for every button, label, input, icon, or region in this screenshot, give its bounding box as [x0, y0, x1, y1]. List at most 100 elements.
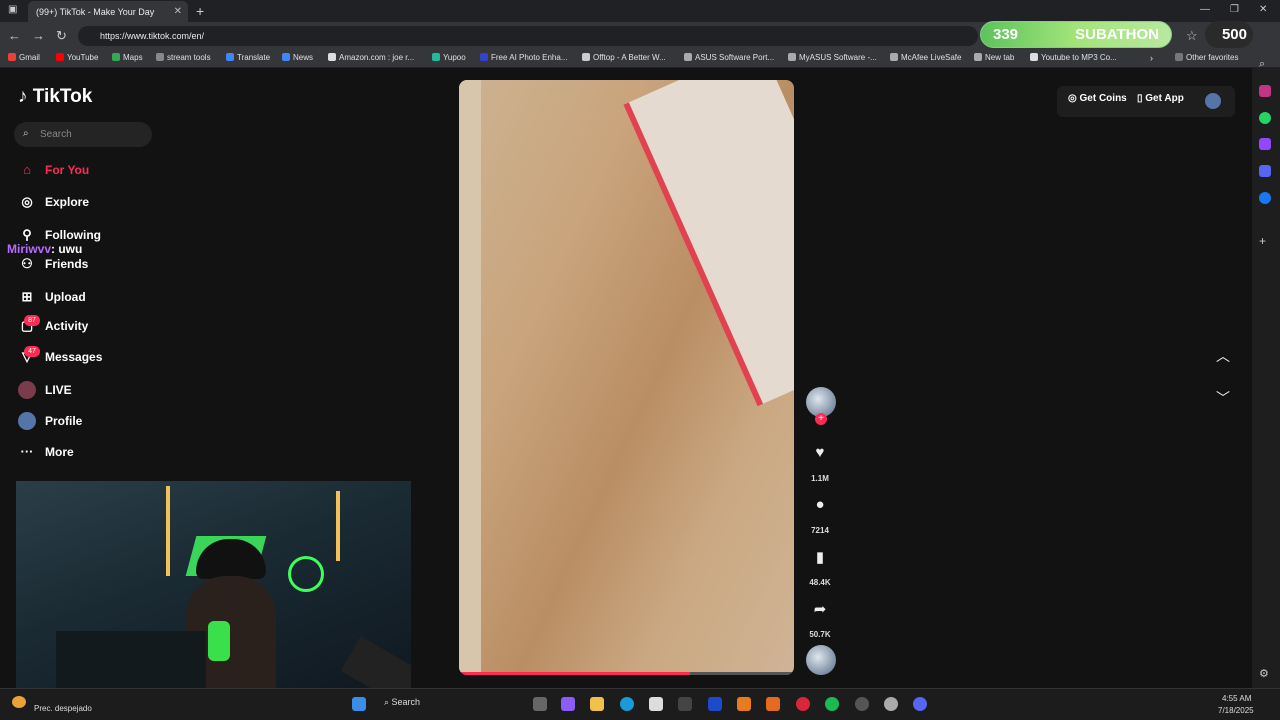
sidebar-item-label: Profile — [45, 414, 83, 428]
bookmark-ai-photo[interactable]: Free AI Photo Enha... — [480, 53, 568, 62]
task-view-icon[interactable] — [533, 697, 547, 711]
tab-title: (99+) TikTok - Make Your Day — [36, 6, 155, 17]
whatsapp-icon[interactable] — [1259, 112, 1271, 124]
obs-icon[interactable] — [855, 697, 869, 711]
reload-icon[interactable]: ↻ — [56, 28, 67, 44]
tab-list-icon[interactable]: ▣ — [8, 4, 17, 15]
upload-icon: ⊞ — [21, 289, 33, 304]
sidebar-item-for-you[interactable]: ⌂ For You — [18, 162, 89, 177]
copilot-icon[interactable] — [561, 697, 575, 711]
sidebar-item-label: LIVE — [45, 383, 72, 397]
forward-icon[interactable]: → — [32, 28, 45, 43]
vs-code-icon[interactable] — [708, 697, 722, 711]
video-wood-edge — [459, 80, 481, 675]
comment-count: 7214 — [811, 526, 829, 535]
user-avatar[interactable] — [1205, 93, 1221, 109]
discord-icon[interactable] — [1259, 165, 1271, 177]
sound-disc-icon[interactable] — [806, 645, 836, 675]
sidebar-item-explore[interactable]: ◎ Explore — [18, 194, 89, 210]
more-icon: ··· — [20, 444, 34, 459]
start-icon[interactable] — [352, 697, 366, 711]
tiktok-logo[interactable]: ♪ TikTok — [18, 86, 92, 108]
bookmark-yt-mp3[interactable]: Youtube to MP3 Co... — [1030, 53, 1117, 62]
new-tab-icon[interactable]: + — [196, 3, 204, 19]
chat-username: Miriwvv — [7, 242, 52, 256]
video-progress-bar[interactable] — [459, 672, 794, 675]
sidebar-item-friends[interactable]: ⚇ Friends — [18, 256, 88, 272]
subathon-widget: 339 SUBATHON — [980, 21, 1172, 48]
instagram-icon[interactable] — [1259, 85, 1271, 97]
bookmark-myasus[interactable]: MyASUS Software -... — [788, 53, 877, 62]
bookmark-amazon[interactable]: Amazon.com : joe r... — [328, 53, 414, 62]
follow-plus-icon[interactable]: + — [815, 413, 827, 425]
bookmark-mcafee[interactable]: McAfee LiveSafe — [890, 53, 961, 62]
search-placeholder: Search — [40, 129, 72, 140]
video-player[interactable] — [459, 80, 794, 675]
bookmarks-overflow-icon[interactable]: › — [1150, 53, 1153, 63]
facebook-icon[interactable] — [1259, 192, 1271, 204]
share-icon[interactable]: ➦ — [810, 600, 830, 618]
window-close-icon[interactable]: ✕ — [1259, 4, 1267, 15]
sidebar-item-following[interactable]: ⚲ Following — [18, 227, 101, 243]
sidebar-search-icon[interactable]: ⌕ — [1259, 58, 1271, 70]
bookmark-yupoo[interactable]: Yupoo — [432, 53, 466, 62]
bookmark-news[interactable]: News — [282, 53, 313, 62]
discord-taskbar-icon[interactable] — [913, 697, 927, 711]
webcam-feed — [16, 481, 411, 688]
bookmark-asus[interactable]: ASUS Software Port... — [684, 53, 774, 62]
sidebar-item-label: Activity — [45, 319, 89, 333]
video-white-board — [623, 80, 794, 407]
clock-time: 4:55 AM — [1222, 694, 1252, 703]
bookmark-youtube[interactable]: YouTube — [56, 53, 98, 62]
taskbar — [0, 688, 1280, 720]
store-icon[interactable] — [649, 697, 663, 711]
url-field[interactable]: https://www.tiktok.com/en/ — [78, 26, 978, 46]
spotify-icon[interactable] — [825, 697, 839, 711]
minimize-icon[interactable]: — — [1200, 4, 1210, 15]
clock-date: 7/18/2025 — [1218, 706, 1254, 715]
bookmark-icon[interactable]: ▮ — [810, 548, 830, 566]
search-icon: ⌕ — [23, 128, 29, 139]
app-orange-icon[interactable] — [737, 697, 751, 711]
sidebar-item-label: Messages — [45, 350, 103, 364]
bookmark-maps[interactable]: Maps — [112, 53, 143, 62]
bookmark-new-tab[interactable]: New tab — [974, 53, 1014, 62]
favorite-star-icon[interactable]: ☆ — [1186, 28, 1198, 44]
sidebar-item-upload[interactable]: ⊞ Upload — [18, 289, 86, 305]
coin-widget: 500 — [1205, 21, 1253, 48]
sidebar-item-live[interactable]: LIVE — [18, 381, 72, 399]
chatgpt-icon[interactable] — [884, 697, 898, 711]
app-icon[interactable] — [678, 697, 692, 711]
chat-text: : uwu — [51, 242, 83, 256]
next-video-icon[interactable]: ﹀ — [1216, 388, 1230, 408]
browser-tab[interactable]: (99+) TikTok - Make Your Day ✕ — [28, 1, 188, 22]
get-app-button[interactable]: ▯ Get App — [1137, 93, 1184, 104]
sidebar-item-label: For You — [45, 162, 90, 177]
twitch-icon[interactable] — [1259, 138, 1271, 150]
comment-icon[interactable]: ● — [810, 496, 830, 513]
edge-icon[interactable] — [620, 697, 634, 711]
tab-close-icon[interactable]: ✕ — [174, 6, 182, 17]
like-icon[interactable]: ♥ — [810, 444, 830, 461]
sidebar-add-icon[interactable]: + — [1259, 234, 1271, 248]
bookmark-translate[interactable]: Translate — [226, 53, 270, 62]
profile-icon — [18, 412, 36, 430]
bookmark-offtop[interactable]: Offtop - A Better W... — [582, 53, 666, 62]
sidebar-item-profile[interactable]: Profile — [18, 412, 82, 430]
sidebar-settings-icon[interactable]: ⚙ — [1259, 667, 1271, 680]
bookmark-stream-tools[interactable]: stream tools — [156, 53, 211, 62]
media-icon[interactable] — [796, 697, 810, 711]
bookmark-other-favorites[interactable]: Other favorites — [1175, 53, 1238, 62]
sidebar-item-more[interactable]: ··· More — [18, 444, 74, 459]
following-icon: ⚲ — [22, 227, 32, 242]
brave-icon[interactable] — [766, 697, 780, 711]
search-input[interactable]: ⌕ Search — [14, 122, 152, 147]
back-icon[interactable]: ← — [8, 28, 21, 43]
get-coins-button[interactable]: ◎ Get Coins — [1068, 93, 1127, 104]
file-explorer-icon[interactable] — [590, 697, 604, 711]
taskbar-search[interactable]: ⌕ Search — [384, 697, 420, 708]
previous-video-icon[interactable]: ︿ — [1216, 346, 1230, 366]
maximize-icon[interactable]: ❐ — [1230, 4, 1239, 15]
messages-badge: 47 — [24, 346, 40, 357]
bookmark-gmail[interactable]: Gmail — [8, 53, 40, 62]
